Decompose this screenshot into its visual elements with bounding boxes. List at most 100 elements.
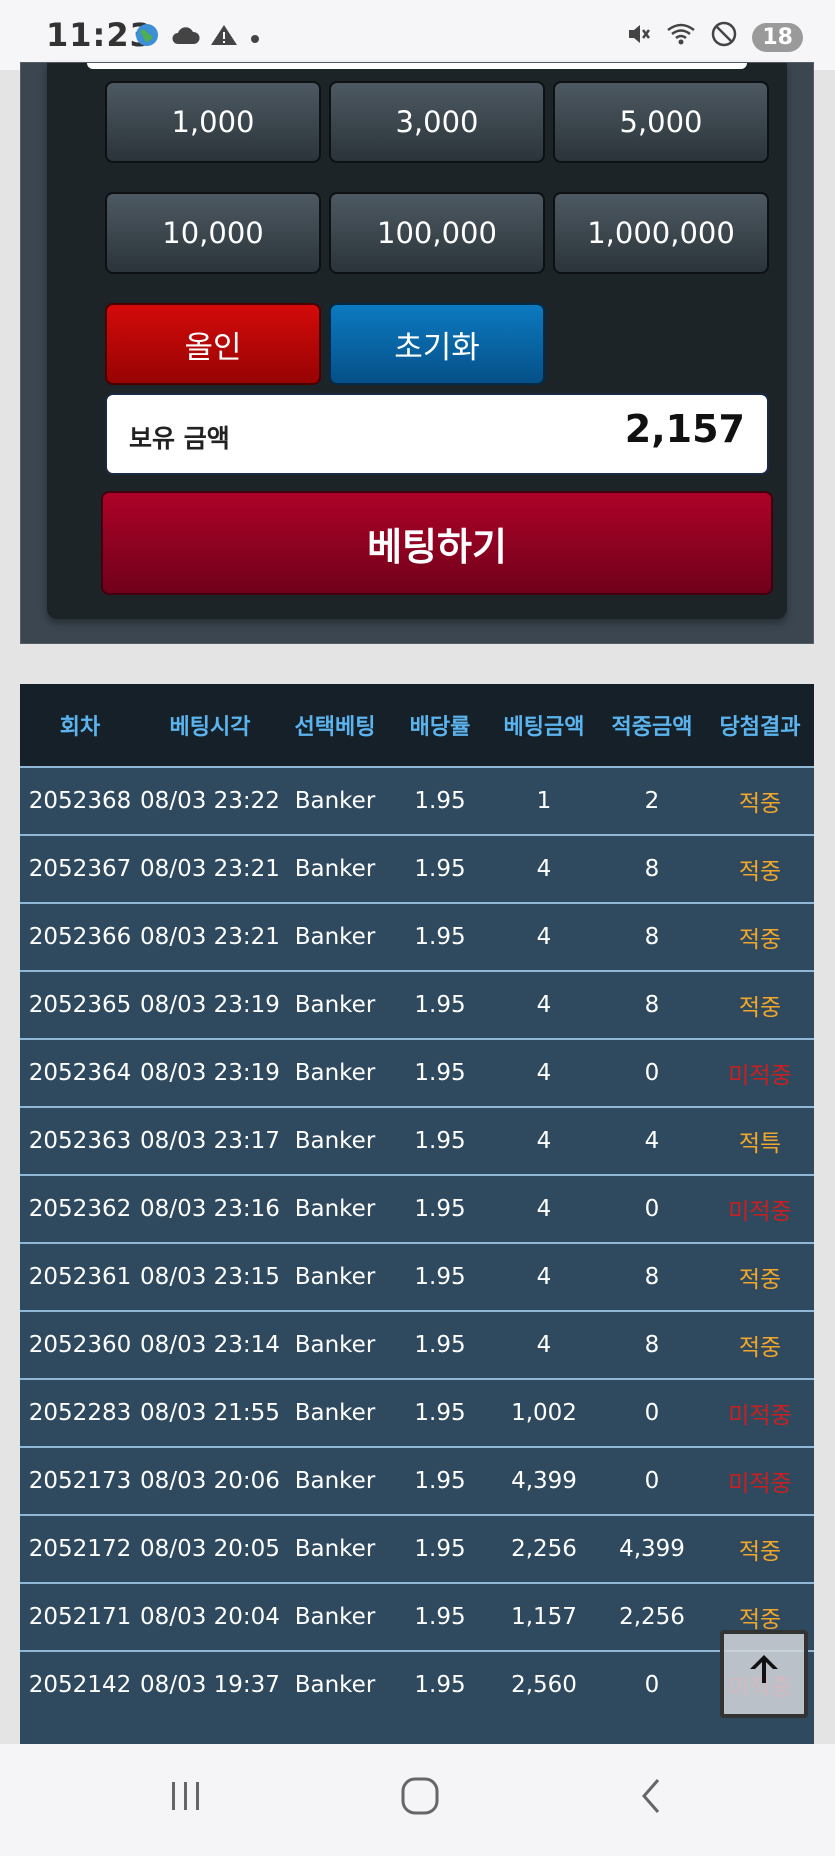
cell-result: 적중 xyxy=(738,1267,782,1293)
header-round: 회차 xyxy=(59,715,101,740)
cell-choice: Banker xyxy=(294,1400,376,1426)
header-time: 베팅시각 xyxy=(169,715,251,740)
chip-5000-button[interactable]: 5,000 xyxy=(553,81,769,163)
status-right-icons: 18 xyxy=(626,20,803,55)
cell-time: 08/03 23:17 xyxy=(140,1128,280,1154)
cell-round: 2052361 xyxy=(28,1264,132,1290)
cell-odds: 1.95 xyxy=(414,1264,466,1290)
table-row: 2052171 08/03 20:04 Banker 1.95 1,157 2,256 적중 xyxy=(20,1582,814,1650)
cell-round: 2052142 xyxy=(28,1672,132,1698)
cell-win-amount: 0 xyxy=(644,1400,660,1426)
cell-bet-amount: 4 xyxy=(536,1128,552,1154)
cell-win-amount: 0 xyxy=(644,1196,660,1222)
cell-odds: 1.95 xyxy=(414,788,466,814)
balance-box: 보유 금액 2,157 xyxy=(105,393,769,475)
cell-round: 2052171 xyxy=(28,1604,132,1630)
cell-win-amount: 8 xyxy=(644,1264,660,1290)
cell-result: 미적중 xyxy=(728,1471,792,1497)
cell-choice: Banker xyxy=(294,1196,376,1222)
cell-choice: Banker xyxy=(294,924,376,950)
cell-odds: 1.95 xyxy=(414,924,466,950)
header-odds: 배당률 xyxy=(409,715,471,740)
warning-icon xyxy=(210,23,238,53)
chip-3000-button[interactable]: 3,000 xyxy=(329,81,545,163)
table-row: 2052366 08/03 23:21 Banker 1.95 4 8 적중 xyxy=(20,902,814,970)
cell-win-amount: 8 xyxy=(644,992,660,1018)
cell-result: 적중 xyxy=(738,1335,782,1361)
cell-result: 적중 xyxy=(738,995,782,1021)
cell-bet-amount: 1,002 xyxy=(511,1400,577,1426)
cell-odds: 1.95 xyxy=(414,1400,466,1426)
home-button[interactable] xyxy=(380,1776,460,1826)
cell-win-amount: 2 xyxy=(644,788,660,814)
place-bet-button[interactable]: 베팅하기 xyxy=(101,491,773,595)
cell-choice: Banker xyxy=(294,1536,376,1562)
cell-result: 적중 xyxy=(738,927,782,953)
cell-odds: 1.95 xyxy=(414,1604,466,1630)
table-row: 2052368 08/03 23:22 Banker 1.95 1 2 적중 xyxy=(20,766,814,834)
header-choice: 선택베팅 xyxy=(294,715,376,740)
chip-1000000-button[interactable]: 1,000,000 xyxy=(553,192,769,274)
cell-choice: Banker xyxy=(294,992,376,1018)
cell-bet-amount: 4,399 xyxy=(511,1468,577,1494)
cell-result: 미적중 xyxy=(728,1063,792,1089)
back-button[interactable] xyxy=(612,1776,692,1826)
amount-input-edge[interactable] xyxy=(87,63,747,69)
cell-bet-amount: 4 xyxy=(536,1196,552,1222)
cell-round: 2052362 xyxy=(28,1196,132,1222)
cell-odds: 1.95 xyxy=(414,1060,466,1086)
cell-time: 08/03 23:22 xyxy=(140,788,280,814)
cell-result: 적중 xyxy=(738,791,782,817)
cell-time: 08/03 20:06 xyxy=(140,1468,280,1494)
cell-result: 미적중 xyxy=(728,1199,792,1225)
globe-icon xyxy=(134,22,160,54)
table-body: 2052368 08/03 23:22 Banker 1.95 1 2 적중 2052367 0… xyxy=(20,766,814,1718)
all-in-button[interactable]: 올인 xyxy=(105,303,321,385)
balance-value: 2,157 xyxy=(624,407,745,451)
cell-bet-amount: 4 xyxy=(536,924,552,950)
chip-10000-button[interactable]: 10,000 xyxy=(105,192,321,274)
table-row: 2052283 08/03 21:55 Banker 1.95 1,002 0 미적중 xyxy=(20,1378,814,1446)
cell-time: 08/03 21:55 xyxy=(140,1400,280,1426)
cell-choice: Banker xyxy=(294,1468,376,1494)
cell-odds: 1.95 xyxy=(414,856,466,882)
cell-round: 2052172 xyxy=(28,1536,132,1562)
cell-odds: 1.95 xyxy=(414,992,466,1018)
table-row: 2052367 08/03 23:21 Banker 1.95 4 8 적중 xyxy=(20,834,814,902)
cell-round: 2052283 xyxy=(28,1400,132,1426)
chip-100000-button[interactable]: 100,000 xyxy=(329,192,545,274)
scroll-top-button[interactable] xyxy=(720,1630,808,1718)
recents-button[interactable] xyxy=(146,1776,226,1826)
wifi-icon xyxy=(666,21,696,54)
cell-win-amount: 4,399 xyxy=(619,1536,685,1562)
cell-odds: 1.95 xyxy=(414,1672,466,1698)
cell-round: 2052363 xyxy=(28,1128,132,1154)
cell-time: 08/03 23:14 xyxy=(140,1332,280,1358)
cell-time: 08/03 23:19 xyxy=(140,1060,280,1086)
cell-time: 08/03 19:37 xyxy=(140,1672,280,1698)
system-nav-bar xyxy=(0,1744,835,1856)
bet-panel: 1,000 3,000 5,000 10,000 100,000 1,000,0… xyxy=(20,62,814,644)
cell-choice: Banker xyxy=(294,1332,376,1358)
cell-choice: Banker xyxy=(294,1604,376,1630)
cell-bet-amount: 4 xyxy=(536,1332,552,1358)
table-row: 2052360 08/03 23:14 Banker 1.95 4 8 적중 xyxy=(20,1310,814,1378)
cell-round: 2052368 xyxy=(28,788,132,814)
cell-bet-amount: 4 xyxy=(536,1060,552,1086)
cell-choice: Banker xyxy=(294,856,376,882)
status-bar: 11:23 18 xyxy=(0,0,835,70)
table-row: 205214208/03 19:37Banker1.952,5600미적중 xyxy=(20,1650,814,1718)
cell-choice: Banker xyxy=(294,1060,376,1086)
table-row: 2052361 08/03 23:15 Banker 1.95 4 8 적중 xyxy=(20,1242,814,1310)
chip-1000-button[interactable]: 1,000 xyxy=(105,81,321,163)
cell-win-amount: 4 xyxy=(644,1128,660,1154)
cell-odds: 1.95 xyxy=(414,1128,466,1154)
cell-bet-amount: 1 xyxy=(536,788,552,814)
cell-round: 2052366 xyxy=(28,924,132,950)
reset-button[interactable]: 초기화 xyxy=(329,303,545,385)
cell-time: 08/03 20:04 xyxy=(140,1604,280,1630)
cell-round: 2052365 xyxy=(28,992,132,1018)
cell-win-amount: 0 xyxy=(644,1672,660,1698)
table-row: 2052363 08/03 23:17 Banker 1.95 4 4 적특 xyxy=(20,1106,814,1174)
status-left-icons xyxy=(134,22,262,54)
